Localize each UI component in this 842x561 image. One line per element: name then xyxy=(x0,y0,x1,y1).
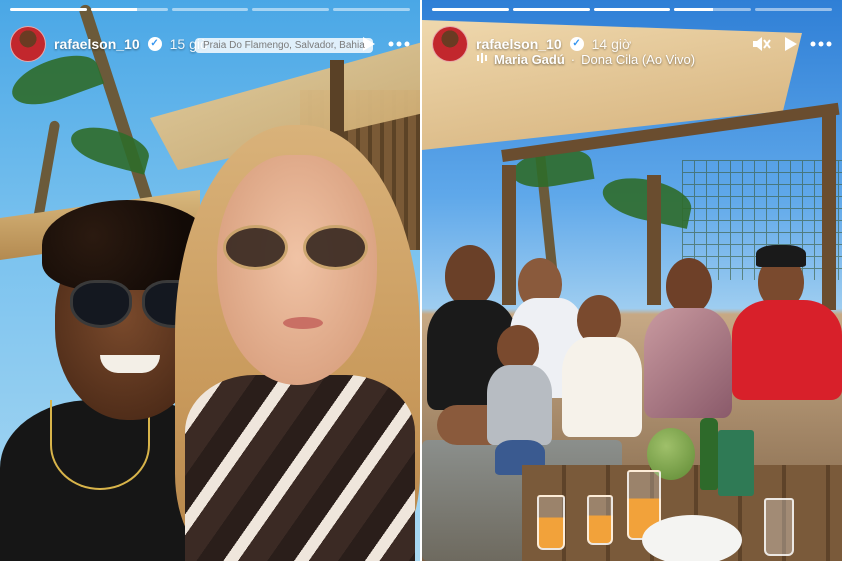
more-options-icon[interactable] xyxy=(810,33,832,55)
smile xyxy=(100,355,160,373)
progress-segment xyxy=(593,8,671,11)
shirt xyxy=(487,365,552,445)
progress-fill xyxy=(512,8,590,11)
post-time: 14 giờ xyxy=(591,36,632,52)
progress-segment xyxy=(432,8,509,11)
sunglasses xyxy=(223,225,373,275)
music-sticker[interactable]: Maria Gadú · Dona Cila (Ao Vivo) xyxy=(476,52,695,67)
juice-glass xyxy=(587,495,613,545)
avatar[interactable] xyxy=(432,26,468,62)
username[interactable]: rafaelson_10 xyxy=(476,36,562,52)
sunglasses-lens xyxy=(223,225,288,270)
man-red-jersey xyxy=(732,245,842,445)
face xyxy=(666,258,712,314)
progress-segment xyxy=(755,8,832,11)
shirt xyxy=(562,337,642,437)
cup xyxy=(718,430,754,496)
water-glass xyxy=(764,498,794,556)
woman-floral xyxy=(644,258,734,458)
progress-fill xyxy=(10,8,87,11)
sunglasses-lens xyxy=(303,225,368,270)
progress-segment xyxy=(171,8,249,11)
progress-segment xyxy=(90,8,168,11)
face xyxy=(445,245,495,307)
story-left[interactable]: rafaelson_10 ✓ 15 giờ Praia Do Flamengo,… xyxy=(0,0,420,561)
music-track: Dona Cila (Ao Vivo) xyxy=(581,52,696,67)
dress xyxy=(644,308,732,418)
avatar[interactable] xyxy=(10,26,46,62)
progress-fill xyxy=(674,8,713,11)
woman-dress xyxy=(185,375,415,561)
progress-segment xyxy=(10,8,87,11)
cap xyxy=(756,245,806,267)
story-right[interactable]: rafaelson_10 ✓ 14 giờ Maria Gadú · Dona … xyxy=(422,0,842,561)
child-white-shirt xyxy=(557,295,647,465)
sunglasses-lens xyxy=(70,280,132,328)
username[interactable]: rafaelson_10 xyxy=(54,36,140,52)
mute-icon[interactable] xyxy=(750,33,772,55)
verified-badge-icon: ✓ xyxy=(569,37,584,51)
progress-fill xyxy=(432,8,509,11)
jersey xyxy=(732,300,842,400)
more-options-icon[interactable] xyxy=(388,33,410,55)
location-tag[interactable]: Praia Do Flamengo, Salvador, Bahia xyxy=(195,38,373,53)
progress-fill xyxy=(90,8,137,11)
woman-selfie xyxy=(175,125,420,561)
verified-badge-icon: ✓ xyxy=(147,37,162,51)
music-note-icon xyxy=(476,52,488,67)
plate xyxy=(642,515,742,561)
juice-glass xyxy=(537,495,565,550)
play-icon[interactable] xyxy=(780,33,802,55)
progress-segment xyxy=(674,8,752,11)
story-progress-bar xyxy=(432,8,832,11)
progress-fill xyxy=(593,8,671,11)
music-separator: · xyxy=(570,52,576,67)
beer-bottle xyxy=(700,418,718,490)
progress-segment xyxy=(252,8,330,11)
story-progress-bar xyxy=(10,8,410,11)
music-artist: Maria Gadú xyxy=(494,52,565,67)
progress-segment xyxy=(333,8,410,11)
lips xyxy=(283,317,323,329)
progress-segment xyxy=(512,8,590,11)
child-striped xyxy=(487,325,557,475)
